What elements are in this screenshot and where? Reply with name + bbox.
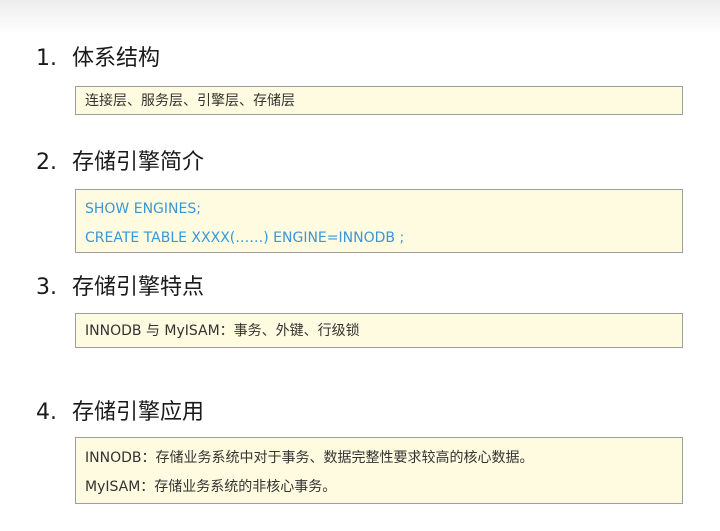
section-2-title: 存储引擎简介 bbox=[72, 150, 205, 175]
section-4-number: 4. bbox=[36, 400, 57, 425]
section-1-line-1: 连接层、服务层、引擎层、存储层 bbox=[85, 93, 295, 109]
section-3-number: 3. bbox=[36, 275, 57, 300]
section-2-box: SHOW ENGINES; CREATE TABLE XXXX(……) ENGI… bbox=[75, 189, 683, 253]
section-3-line-1: INNODB 与 MyISAM：事务、外键、行级锁 bbox=[85, 323, 360, 339]
section-1-number: 1. bbox=[36, 46, 57, 71]
section-4-line-1: INNODB：存储业务系统中对于事务、数据完整性要求较高的核心数据。 bbox=[85, 450, 534, 466]
section-2-number: 2. bbox=[36, 150, 57, 175]
section-3-title: 存储引擎特点 bbox=[72, 275, 205, 300]
section-2-code-line-2: CREATE TABLE XXXX(……) ENGINE=INNODB ; bbox=[85, 230, 405, 246]
section-4-title: 存储引擎应用 bbox=[72, 400, 205, 425]
section-4-box: INNODB：存储业务系统中对于事务、数据完整性要求较高的核心数据。 MyISA… bbox=[75, 437, 683, 504]
section-1-box: 连接层、服务层、引擎层、存储层 bbox=[75, 86, 683, 115]
section-1-title: 体系结构 bbox=[72, 46, 161, 71]
section-4-heading: 4. 存储引擎应用 bbox=[36, 399, 204, 427]
section-2-heading: 2. 存储引擎简介 bbox=[36, 149, 204, 177]
section-1-heading: 1. 体系结构 bbox=[36, 45, 160, 73]
section-2-code-line-1: SHOW ENGINES; bbox=[85, 201, 201, 217]
section-3-box: INNODB 与 MyISAM：事务、外键、行级锁 bbox=[75, 313, 683, 348]
section-3-heading: 3. 存储引擎特点 bbox=[36, 274, 204, 302]
section-4-line-2: MyISAM：存储业务系统的非核心事务。 bbox=[85, 479, 337, 495]
